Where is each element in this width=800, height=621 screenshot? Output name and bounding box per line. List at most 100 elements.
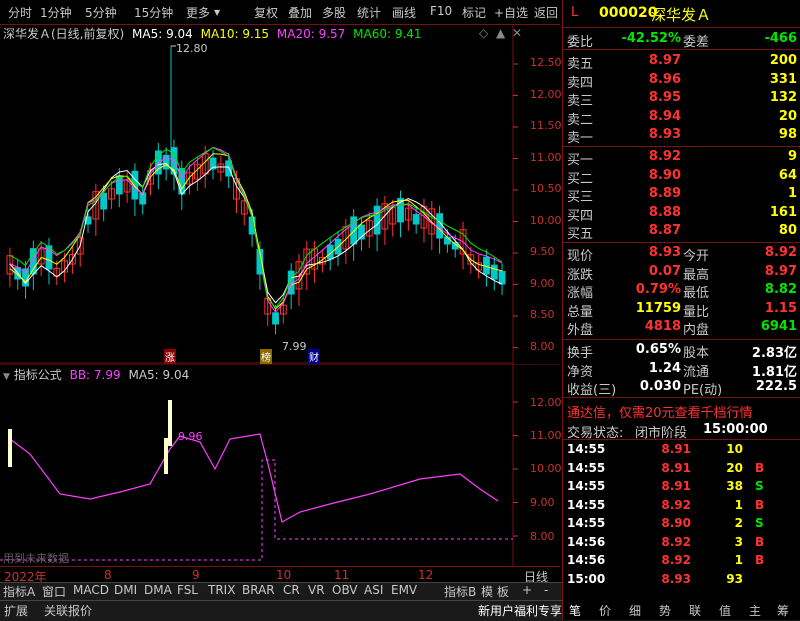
tick-side: S (755, 479, 764, 493)
tab-brar[interactable]: BRAR (242, 583, 275, 598)
ask-level-volume: 98 (778, 127, 797, 142)
tick-volume: 20 (726, 460, 743, 475)
tab-more[interactable]: 更多 (186, 4, 210, 21)
indicator-title[interactable]: 指标公式 (14, 368, 62, 382)
remove-tab-button[interactable]: - (544, 583, 548, 598)
biaoji-button[interactable]: 标记 (462, 4, 486, 21)
candle-body (490, 264, 498, 280)
chevron-down-icon[interactable]: ▼ (214, 8, 220, 17)
promo-text[interactable]: 通达信，仅需20元查看千档行情 (567, 402, 753, 421)
weibi-label: 委比 (567, 35, 594, 50)
tab-macd[interactable]: MACD (73, 583, 109, 598)
tick-volume: 2 (734, 516, 743, 530)
ask-level-row[interactable]: 卖五 8.97 200 (563, 52, 800, 72)
bid-level-row[interactable]: 买四 8.88 161 (563, 204, 800, 224)
indicator-line (9, 433, 499, 523)
weicha-value: -466 (764, 31, 797, 46)
add-tab-button[interactable]: + (522, 583, 532, 598)
ask-level-row[interactable]: 卖二 8.94 20 (563, 108, 800, 128)
stock-header: L 000020 深华发Ａ (563, 4, 800, 24)
huaxian-button[interactable]: 画线 (392, 4, 416, 21)
stat-label: 涨跌 (567, 267, 594, 283)
chevron-down-icon[interactable]: ▼ (3, 372, 10, 382)
tab-indicator-b[interactable]: 指标B (444, 583, 476, 599)
stat-label: 最高 (683, 267, 710, 283)
indicator-chart[interactable] (0, 364, 560, 566)
weibi-value: -42.52% (621, 31, 681, 46)
tab-vr[interactable]: VR (308, 583, 325, 598)
tab-template[interactable]: 模 板 (481, 583, 509, 599)
kline-chart[interactable] (0, 24, 560, 364)
tab-5min[interactable]: 5分钟 (85, 4, 117, 21)
badge-cai[interactable]: 财 (308, 349, 320, 364)
tab-jia[interactable]: 价 (599, 602, 611, 619)
tab-trix[interactable]: TRIX (208, 583, 235, 598)
top-toolbar: 分时 1分钟 5分钟 15分钟 更多 ▼ 复权 叠加 多股 统计 画线 F10 … (0, 0, 560, 25)
new-user-promo-link[interactable]: 新用户福利专享 (478, 602, 562, 619)
tab-dmi[interactable]: DMI (114, 583, 137, 598)
tab-chou[interactable]: 筹 (777, 602, 789, 619)
bid-level-row[interactable]: 买三 8.89 1 (563, 185, 800, 205)
badge-bang[interactable]: 榜 (260, 349, 272, 364)
tab-shi[interactable]: 势 (659, 602, 671, 619)
tick-time: 14:56 (567, 534, 606, 549)
tick-price: 8.90 (661, 516, 691, 530)
price-axis-label: 12.50 (530, 56, 562, 69)
tab-window[interactable]: 窗口 (42, 583, 66, 599)
badge-zhang[interactable]: 涨 (164, 349, 176, 364)
tab-obv[interactable]: OBV (332, 583, 358, 598)
tab-15min[interactable]: 15分钟 (134, 4, 173, 21)
tongji-button[interactable]: 统计 (357, 4, 381, 21)
back-button[interactable]: 返回 (534, 4, 558, 21)
tick-volume: 3 (734, 534, 743, 549)
ma-line (9, 147, 503, 309)
tab-dma[interactable]: DMA (144, 583, 172, 598)
tab-zhi[interactable]: 值 (719, 602, 731, 619)
diamond-icon[interactable]: ◇ (479, 26, 488, 40)
ma10-label: MA10: 9.15 (200, 27, 270, 41)
bid-level-row[interactable]: 买五 8.87 80 (563, 222, 800, 242)
bid-level-row[interactable]: 买一 8.92 9 (563, 148, 800, 168)
promo-row[interactable]: 通达信，仅需20元查看千档行情 (563, 401, 800, 421)
ask-level-row[interactable]: 卖一 8.93 98 (563, 126, 800, 146)
tab-indicator-a[interactable]: 指标A (3, 583, 35, 599)
tick-price: 8.91 (661, 460, 691, 475)
tab-related-quote[interactable]: 关联报价 (44, 602, 92, 619)
tab-xi[interactable]: 细 (629, 602, 641, 619)
tick-time: 15:00 (567, 571, 606, 586)
tab-fenshi[interactable]: 分时 (8, 4, 32, 21)
fund-value: 1.24 (648, 360, 681, 376)
stat-row: 现价 8.93 今开 8.92 (563, 244, 800, 264)
f10-button[interactable]: F10 (430, 4, 452, 18)
candle-body (436, 213, 443, 239)
ask-level-price: 8.96 (648, 71, 681, 87)
tick-time: 14:55 (567, 516, 606, 530)
ask-level-row[interactable]: 卖四 8.96 331 (563, 71, 800, 91)
add-watchlist-button[interactable]: +自选 (494, 4, 528, 21)
tab-lian[interactable]: 联 (689, 602, 701, 619)
tab-cr[interactable]: CR (283, 583, 300, 598)
fuquan-button[interactable]: 复权 (254, 4, 278, 21)
time-axis-label: 9 (192, 568, 200, 582)
tab-fsl[interactable]: FSL (177, 583, 198, 598)
tick-time: 14:55 (567, 497, 606, 512)
tab-asi[interactable]: ASI (364, 583, 383, 598)
up-arrow-icon[interactable]: ▲ (496, 26, 505, 40)
stat-value: 6941 (760, 319, 797, 334)
tab-zhu[interactable]: 主 (749, 602, 761, 619)
trade-status-row: 交易状态: 闭市阶段 15:00:00 (563, 421, 800, 441)
bid-level-row[interactable]: 买二 8.90 64 (563, 167, 800, 187)
ask-level-row[interactable]: 卖三 8.95 132 (563, 89, 800, 109)
tab-extend[interactable]: 扩展 (4, 602, 28, 619)
bid-level-volume: 9 (787, 149, 797, 164)
tab-1min[interactable]: 1分钟 (40, 4, 72, 21)
tab-emv[interactable]: EMV (391, 583, 417, 598)
fund-row: 收益(三) 0.030 PE(动) 222.5 (563, 378, 800, 398)
ma20-label: MA20: 9.57 (276, 27, 346, 41)
ask-level-label: 卖五 (567, 57, 594, 72)
close-icon[interactable]: ✕ (512, 26, 522, 40)
tab-bi[interactable]: 笔 (569, 602, 581, 619)
duogu-button[interactable]: 多股 (322, 4, 346, 21)
stat-value: 1.15 (764, 300, 797, 316)
diejia-button[interactable]: 叠加 (288, 4, 312, 21)
